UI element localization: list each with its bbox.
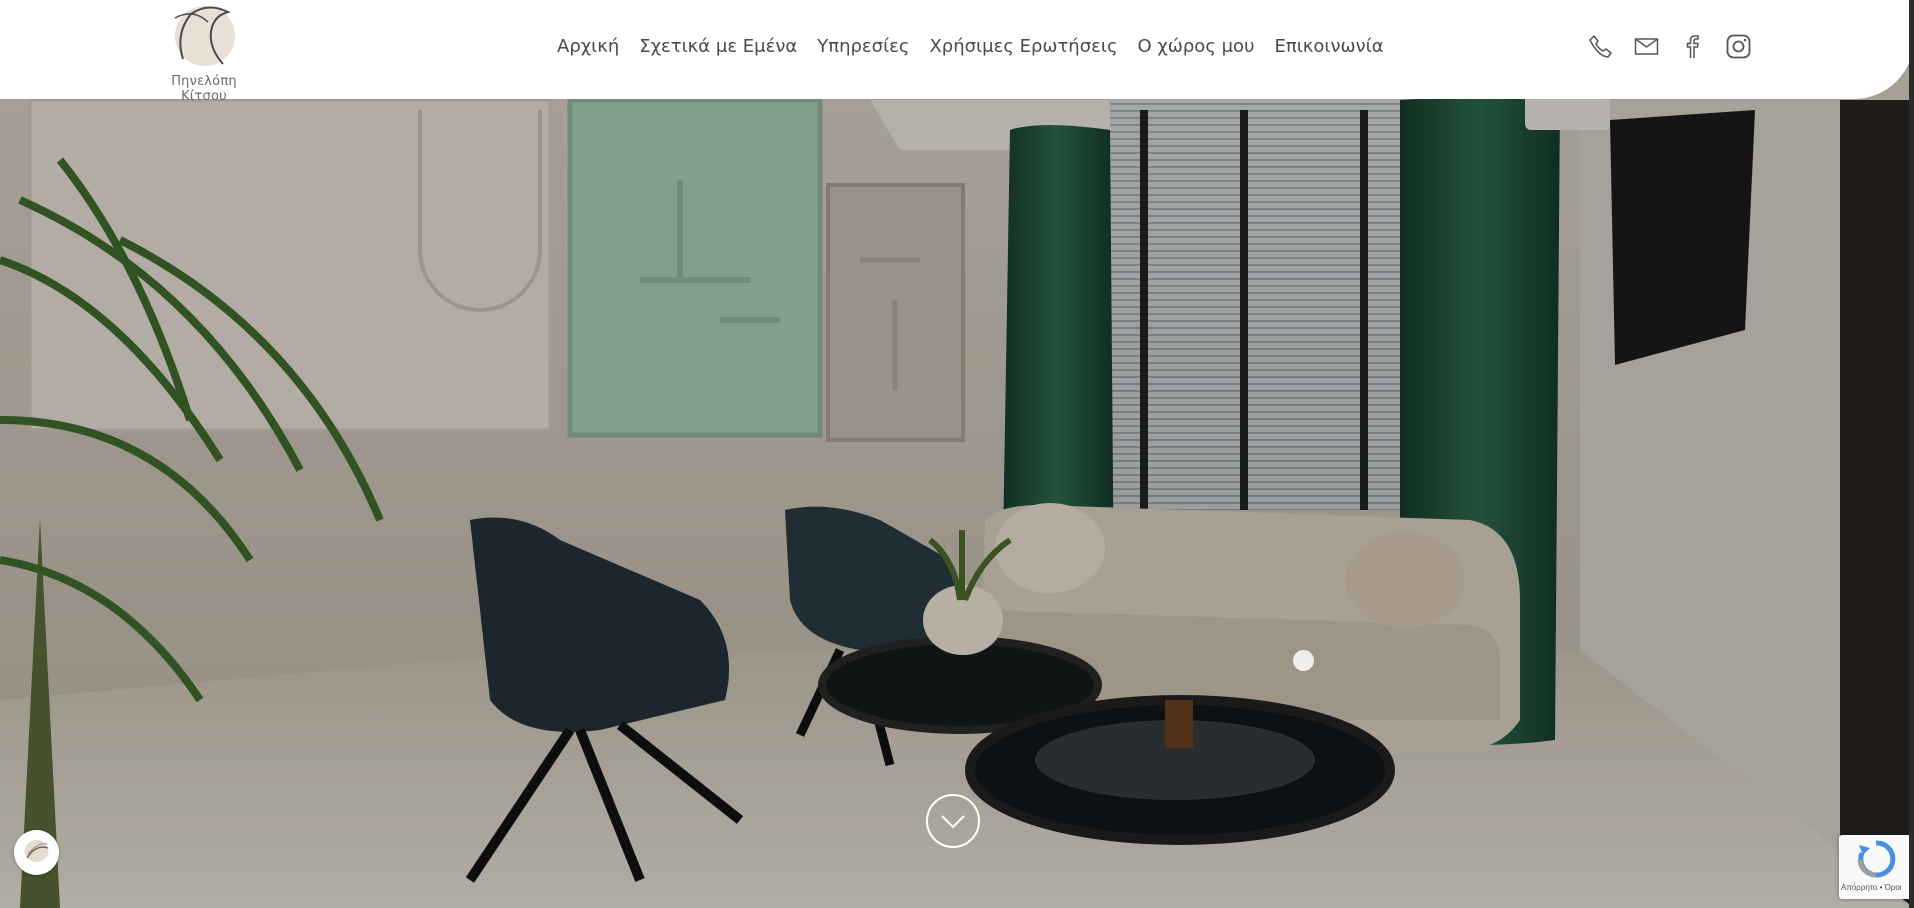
chat-widget-button[interactable] (14, 830, 59, 875)
slider-pagination-dot[interactable] (1293, 650, 1314, 671)
chevron-down-icon (941, 815, 965, 829)
woman-profile-logo-icon (174, 6, 235, 66)
instagram-icon[interactable] (1726, 34, 1751, 59)
main-nav: Αρχική Σχετικά με Εμένα Υπηρεσίες Χρήσιμ… (547, 36, 1394, 57)
nav-item-my-space[interactable]: Ο χώρος μου (1128, 36, 1265, 57)
recaptcha-badge[interactable]: Απόρρητο • Όροι (1839, 835, 1914, 899)
brand-logo[interactable]: Πηνελόπη Κίτσου (153, 4, 255, 104)
nav-item-about[interactable]: Σχετικά με Εμένα (629, 36, 807, 57)
nav-item-faq[interactable]: Χρήσιμες Ερωτήσεις (919, 36, 1127, 57)
site-header: Πηνελόπη Κίτσου Αρχική Σχετικά με Εμένα … (0, 0, 1914, 104)
nav-item-home[interactable]: Αρχική (547, 36, 629, 57)
header-social-icons (1588, 34, 1751, 59)
page-scrollbar[interactable] (1909, 0, 1914, 908)
recaptcha-terms-text[interactable]: Απόρρητο • Όροι (1841, 883, 1902, 892)
hero-slideshow (0, 0, 1914, 908)
email-icon[interactable] (1634, 34, 1659, 59)
facebook-icon[interactable] (1680, 34, 1705, 59)
recaptcha-icon (1857, 840, 1896, 878)
nav-item-contact[interactable]: Επικοινωνία (1264, 36, 1393, 57)
brand-name: Πηνελόπη Κίτσου (171, 74, 237, 104)
scroll-down-button[interactable] (926, 794, 980, 848)
hero-room-image (0, 0, 1914, 908)
logo-mark-icon (24, 840, 49, 862)
nav-item-services[interactable]: Υπηρεσίες (807, 36, 919, 57)
phone-icon[interactable] (1588, 34, 1613, 59)
